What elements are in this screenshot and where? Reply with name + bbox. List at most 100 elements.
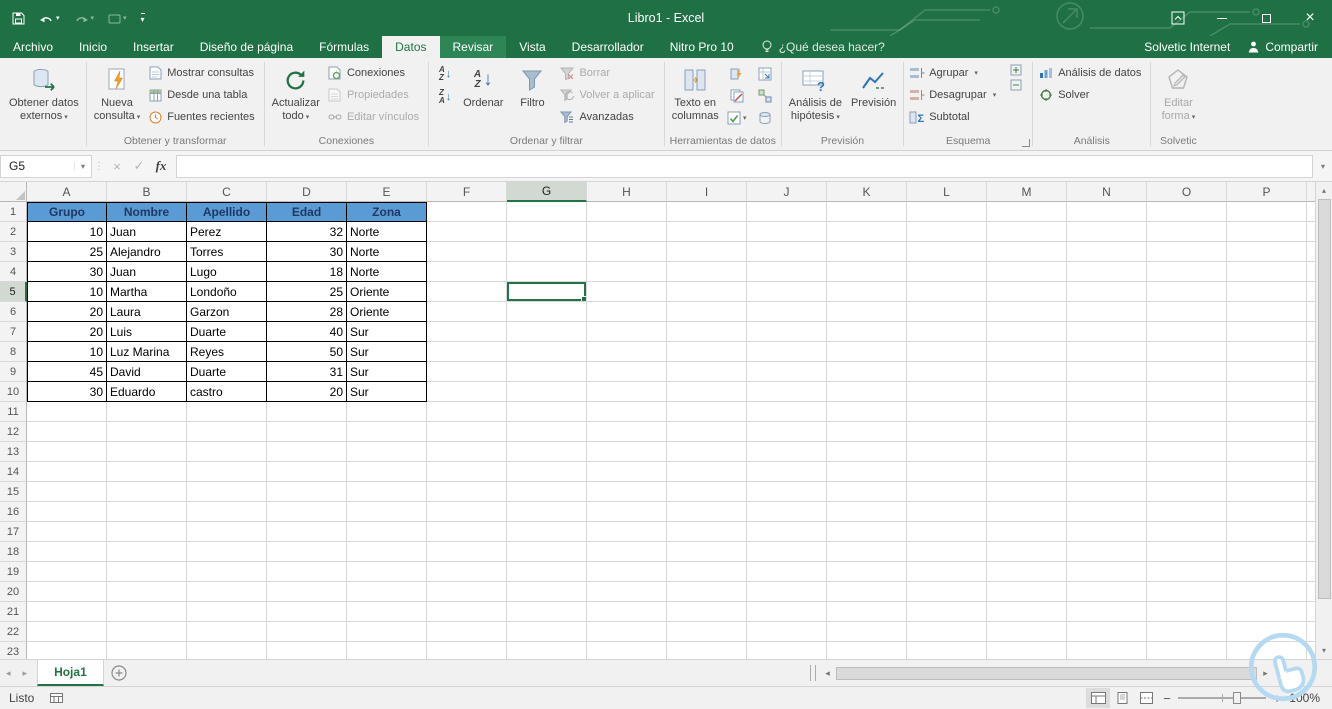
column-header-I[interactable]: I: [667, 182, 747, 202]
cell-P8[interactable]: [1227, 342, 1307, 362]
cell-I8[interactable]: [667, 342, 747, 362]
cell-F4[interactable]: [427, 262, 507, 282]
cell-H14[interactable]: [587, 462, 667, 482]
cell-K11[interactable]: [827, 402, 907, 422]
cell-B12[interactable]: [107, 422, 187, 442]
cell-A16[interactable]: [27, 502, 107, 522]
cell-I15[interactable]: [667, 482, 747, 502]
cell-D7[interactable]: 40: [267, 322, 347, 342]
cell-K15[interactable]: [827, 482, 907, 502]
cell-J18[interactable]: [747, 542, 827, 562]
tab-diseno-de-pagina[interactable]: Diseño de página: [187, 36, 306, 58]
cell-N12[interactable]: [1067, 422, 1147, 442]
cell-N17[interactable]: [1067, 522, 1147, 542]
cell-H3[interactable]: [587, 242, 667, 262]
cell-G13[interactable]: [507, 442, 587, 462]
cell-C10[interactable]: castro: [187, 382, 267, 402]
cell-G1[interactable]: [507, 202, 587, 222]
column-header-G[interactable]: G: [507, 182, 587, 202]
cell-G22[interactable]: [507, 622, 587, 642]
fuentes-recientes-button[interactable]: Fuentes recientes: [145, 106, 260, 128]
cell-M3[interactable]: [987, 242, 1067, 262]
zoom-out-button[interactable]: −: [1158, 691, 1176, 706]
cell-B21[interactable]: [107, 602, 187, 622]
cell-J5[interactable]: [747, 282, 827, 302]
cell-E6[interactable]: Oriente: [347, 302, 427, 322]
cell-P11[interactable]: [1227, 402, 1307, 422]
cell-F9[interactable]: [427, 362, 507, 382]
cell-C12[interactable]: [187, 422, 267, 442]
row-header-15[interactable]: 15: [0, 482, 27, 502]
volver-a-aplicar-button[interactable]: Volver a aplicar: [557, 84, 660, 106]
cell-E2[interactable]: Norte: [347, 222, 427, 242]
cell-O18[interactable]: [1147, 542, 1227, 562]
cell-J12[interactable]: [747, 422, 827, 442]
cell-G6[interactable]: [507, 302, 587, 322]
cell-C13[interactable]: [187, 442, 267, 462]
row-header-12[interactable]: 12: [0, 422, 27, 442]
cell-N6[interactable]: [1067, 302, 1147, 322]
cell-H18[interactable]: [587, 542, 667, 562]
cell-N11[interactable]: [1067, 402, 1147, 422]
cell-K13[interactable]: [827, 442, 907, 462]
customize-quick-access-button[interactable]: ▾: [140, 12, 145, 24]
cell-D8[interactable]: 50: [267, 342, 347, 362]
tab-nitro-pro-10[interactable]: Nitro Pro 10: [657, 36, 747, 58]
row-header-4[interactable]: 4: [0, 262, 27, 282]
cell-D2[interactable]: 32: [267, 222, 347, 242]
solver-button[interactable]: Solver: [1036, 84, 1147, 106]
tab-formulas[interactable]: Fórmulas: [306, 36, 382, 58]
name-box-caret-icon[interactable]: ▾: [74, 161, 91, 171]
cell-D13[interactable]: [267, 442, 347, 462]
cell-G12[interactable]: [507, 422, 587, 442]
cell-P20[interactable]: [1227, 582, 1307, 602]
tab-revisar[interactable]: Revisar: [439, 36, 507, 58]
actualizar-todo-button[interactable]: Actualizar todo ▾: [268, 61, 324, 124]
cell-L6[interactable]: [907, 302, 987, 322]
row-header-8[interactable]: 8: [0, 342, 27, 362]
cell-D21[interactable]: [267, 602, 347, 622]
cell-E18[interactable]: [347, 542, 427, 562]
account-name[interactable]: Solvetic Internet: [1144, 36, 1248, 58]
cell-J3[interactable]: [747, 242, 827, 262]
sheet-nav-left-icon[interactable]: ◂: [0, 668, 17, 679]
cell-H6[interactable]: [587, 302, 667, 322]
column-header-E[interactable]: E: [347, 182, 427, 202]
column-header-O[interactable]: O: [1147, 182, 1227, 202]
cell-B23[interactable]: [107, 642, 187, 659]
nueva-consulta-button[interactable]: Nueva consulta ▾: [90, 61, 145, 124]
cell-G9[interactable]: [507, 362, 587, 382]
cell-B3[interactable]: Alejandro: [107, 242, 187, 262]
cell-F14[interactable]: [427, 462, 507, 482]
cell-A8[interactable]: 10: [27, 342, 107, 362]
cell-P6[interactable]: [1227, 302, 1307, 322]
cell-M14[interactable]: [987, 462, 1067, 482]
cell-B14[interactable]: [107, 462, 187, 482]
cell-P19[interactable]: [1227, 562, 1307, 582]
cancel-button[interactable]: ×: [106, 159, 128, 174]
cell-B18[interactable]: [107, 542, 187, 562]
cell-F13[interactable]: [427, 442, 507, 462]
cell-K20[interactable]: [827, 582, 907, 602]
cell-E7[interactable]: Sur: [347, 322, 427, 342]
cell-H1[interactable]: [587, 202, 667, 222]
cell-O15[interactable]: [1147, 482, 1227, 502]
ribbon-display-options-button[interactable]: [1156, 0, 1200, 36]
cell-K9[interactable]: [827, 362, 907, 382]
cell-K8[interactable]: [827, 342, 907, 362]
cell-F2[interactable]: [427, 222, 507, 242]
cell-A11[interactable]: [27, 402, 107, 422]
cell-G11[interactable]: [507, 402, 587, 422]
cell-P1[interactable]: [1227, 202, 1307, 222]
cell-F8[interactable]: [427, 342, 507, 362]
cell-N9[interactable]: [1067, 362, 1147, 382]
cell-H17[interactable]: [587, 522, 667, 542]
scroll-left-icon[interactable]: ◂: [819, 668, 836, 679]
cell-M22[interactable]: [987, 622, 1067, 642]
cell-F10[interactable]: [427, 382, 507, 402]
sheet-nav-right-icon[interactable]: ▸: [17, 668, 34, 679]
cell-F1[interactable]: [427, 202, 507, 222]
cell-J16[interactable]: [747, 502, 827, 522]
cell-M19[interactable]: [987, 562, 1067, 582]
cell-L22[interactable]: [907, 622, 987, 642]
